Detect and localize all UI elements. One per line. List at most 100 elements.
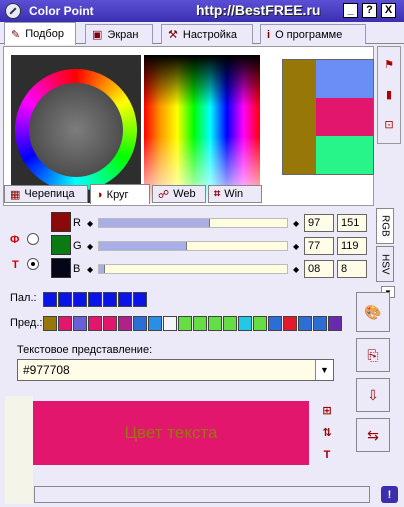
flag-icon[interactable]: ⚑ xyxy=(381,53,397,75)
palette-color-cell[interactable] xyxy=(118,292,132,307)
color-spectrum[interactable] xyxy=(144,55,260,203)
background-label: Ф xyxy=(10,234,20,246)
color-preview: Цвет текста xyxy=(33,401,309,465)
tab-hsv[interactable]: HSV xyxy=(376,246,394,282)
paste-icon: ⇩ xyxy=(367,386,379,403)
previous-color-cell[interactable] xyxy=(193,316,207,331)
palette-area: Пал.: Пред.: xyxy=(3,286,347,336)
swap-icon[interactable]: ⇅ xyxy=(318,423,336,441)
palette-color-cell[interactable] xyxy=(133,292,147,307)
app-icon xyxy=(5,3,21,19)
previous-color-cell[interactable] xyxy=(313,316,327,331)
red-slider[interactable] xyxy=(98,218,288,228)
previous-color-cell[interactable] xyxy=(223,316,237,331)
blue-dec-field[interactable]: 8 xyxy=(337,260,367,278)
help-button[interactable]: ? xyxy=(362,3,377,18)
red-hex-field[interactable]: 97 xyxy=(304,214,334,232)
palette-color-cell[interactable] xyxy=(103,292,117,307)
tab-tiles[interactable]: ▦ Черепица xyxy=(4,185,88,203)
tab-label: Экран xyxy=(107,28,139,41)
preview-margin xyxy=(5,396,33,504)
web-icon: ☍ xyxy=(158,188,170,201)
frame-icon[interactable]: ⊡ xyxy=(381,113,397,135)
green-dec-field[interactable]: 119 xyxy=(337,237,367,255)
paste-button[interactable]: ⇩ xyxy=(356,378,390,412)
add-icon[interactable]: ⊞ xyxy=(318,401,336,419)
previous-color-cell[interactable] xyxy=(328,316,342,331)
tab-settings[interactable]: ⚒ Настройка xyxy=(161,24,253,44)
tab-screen[interactable]: ▣ Экран xyxy=(85,24,153,44)
palette-color-cell[interactable] xyxy=(58,292,72,307)
previous-color-cell[interactable] xyxy=(43,316,57,331)
marker-icon[interactable]: ▮ xyxy=(381,83,397,105)
green-label: G xyxy=(73,240,82,252)
alert-icon[interactable]: ! xyxy=(381,486,398,503)
variant-swatch-2[interactable] xyxy=(316,98,373,136)
blue-slider[interactable] xyxy=(98,264,288,274)
text-icon[interactable]: T xyxy=(318,446,336,464)
color-wheel[interactable] xyxy=(15,69,137,191)
text-representation-label: Текстовое представление: xyxy=(17,344,153,356)
title-bar: Color Point http://BestFREE.ru _ ? X xyxy=(0,0,404,22)
tab-label: О программе xyxy=(275,28,343,41)
picker-tabs: ▦ Черепица ◑ Круг ☍ Web ⌗ Win xyxy=(4,184,264,204)
blue-box xyxy=(51,258,71,278)
red-dec-field[interactable]: 151 xyxy=(337,214,367,232)
tab-select[interactable]: ✎ Подбор xyxy=(4,22,76,45)
text-label: Т xyxy=(12,259,19,271)
tab-about[interactable]: i О программе xyxy=(260,24,366,44)
previous-color-cell[interactable] xyxy=(208,316,222,331)
palette-icon: 🎨 xyxy=(364,303,382,320)
background-radio[interactable] xyxy=(27,233,39,245)
palette-color-cell[interactable] xyxy=(43,292,57,307)
blue-hex-field[interactable]: 08 xyxy=(304,260,334,278)
minimize-button[interactable]: _ xyxy=(343,3,358,18)
main-color-swatch[interactable] xyxy=(283,60,316,174)
previous-color-cell[interactable] xyxy=(148,316,162,331)
variant-swatch-3[interactable] xyxy=(316,136,373,174)
previous-color-cell[interactable] xyxy=(178,316,192,331)
slider-fill xyxy=(99,242,188,250)
previous-color-cell[interactable] xyxy=(238,316,252,331)
previous-color-cell[interactable] xyxy=(103,316,117,331)
info-icon: i xyxy=(267,28,271,41)
text-representation-combo[interactable]: #977708 ▼ xyxy=(17,359,334,381)
previous-color-cell[interactable] xyxy=(163,316,177,331)
watermark-text: http://BestFREE.ru xyxy=(196,2,321,18)
palette-color-cell[interactable] xyxy=(88,292,102,307)
previous-color-cell[interactable] xyxy=(118,316,132,331)
slider-fill xyxy=(99,265,105,273)
previous-color-cell[interactable] xyxy=(298,316,312,331)
channel-editor: Ф Т R G B ◆ ◆ ◆ ◆ ◆ ◆ 97 151 77 119 08 8… xyxy=(3,206,394,284)
red-label: R xyxy=(73,217,81,229)
diamond-icon: ◆ xyxy=(87,219,94,228)
color-wheel-area[interactable] xyxy=(11,55,141,203)
tile-icon: ▦ xyxy=(10,188,21,201)
tab-web[interactable]: ☍ Web xyxy=(152,185,206,203)
previous-color-cell[interactable] xyxy=(73,316,87,331)
tab-win[interactable]: ⌗ Win xyxy=(208,185,262,203)
copy-button[interactable]: ⎘ xyxy=(356,338,390,372)
chevron-down-icon[interactable]: ▼ xyxy=(315,360,333,380)
palette-color-cell[interactable] xyxy=(73,292,87,307)
circle-icon: ◑ xyxy=(96,188,103,201)
previous-color-cell[interactable] xyxy=(88,316,102,331)
previous-color-cell[interactable] xyxy=(133,316,147,331)
green-hex-field[interactable]: 77 xyxy=(304,237,334,255)
tab-circle[interactable]: ◑ Круг xyxy=(90,184,150,204)
previous-color-cell[interactable] xyxy=(253,316,267,331)
close-button[interactable]: X xyxy=(381,3,396,18)
convert-button[interactable]: ⇆ xyxy=(356,418,390,452)
copy-icon: ⎘ xyxy=(367,346,379,363)
text-radio[interactable] xyxy=(27,258,39,270)
previous-color-cell[interactable] xyxy=(283,316,297,331)
previous-color-cell[interactable] xyxy=(58,316,72,331)
tab-label: Win xyxy=(224,188,244,200)
variant-swatch-1[interactable] xyxy=(316,60,373,98)
previous-color-cell[interactable] xyxy=(268,316,282,331)
palette-button[interactable]: 🎨 xyxy=(356,292,390,332)
tab-rgb[interactable]: RGB xyxy=(376,208,394,244)
green-slider[interactable] xyxy=(98,241,288,251)
diamond-icon: ◆ xyxy=(293,219,300,228)
green-box xyxy=(51,235,71,255)
